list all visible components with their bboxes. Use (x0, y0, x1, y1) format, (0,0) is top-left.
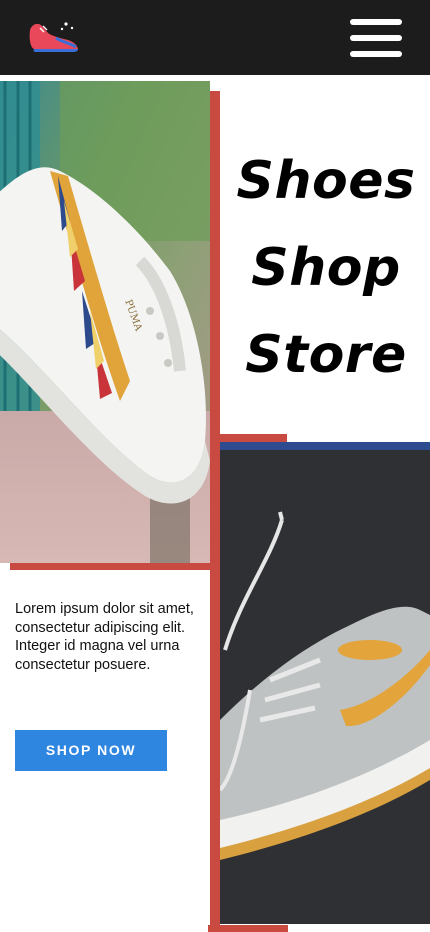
title-line: Store (245, 325, 407, 385)
intro-description: Lorem ipsum dolor sit amet, consectetur … (15, 601, 194, 673)
menu-bar (350, 35, 402, 41)
white-sneaker-photo: PUMA (0, 81, 210, 563)
top-bar (0, 0, 430, 75)
title-line: Shop (251, 238, 401, 298)
accent-blue-bar (220, 442, 430, 450)
shop-now-button[interactable]: SHOP NOW (15, 730, 167, 771)
accent-horizontal-bar (10, 563, 220, 570)
hamburger-menu-icon[interactable] (350, 19, 402, 59)
sneaker-logo-icon[interactable] (26, 16, 82, 58)
store-title: Shoes Shop Store (222, 138, 430, 399)
accent-bottom-bar (208, 925, 288, 932)
accent-small-bar (220, 434, 287, 442)
title-line: Shoes (236, 151, 416, 211)
accent-vertical-bar (210, 91, 220, 931)
menu-bar (350, 51, 402, 57)
hightop-sneaker-photo (220, 450, 430, 924)
menu-bar (350, 19, 402, 25)
